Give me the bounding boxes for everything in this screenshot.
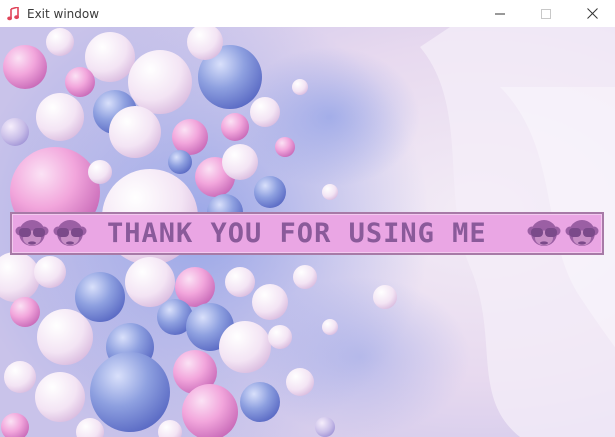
window-title: Exit window [27,6,100,21]
window-controls [477,0,615,27]
minimize-icon [495,13,505,14]
music-note-icon [7,6,19,20]
thank-you-message: THANK YOU FOR USING ME [107,218,487,249]
see-no-evil-monkey-icon [565,219,599,246]
see-no-evil-monkey-icon [15,219,49,246]
left-emoji-group [15,218,87,250]
maximize-button [523,0,569,27]
maximize-icon [541,8,551,19]
title-bar[interactable]: Exit window [0,0,615,27]
close-icon [586,8,598,19]
see-no-evil-monkey-icon [527,219,561,246]
thank-you-banner: THANK YOU FOR USING ME [10,212,604,255]
content-area: THANK YOU FOR USING ME [0,27,615,437]
close-button[interactable] [569,0,615,27]
exit-window: Exit window THANK YOU FOR USING ME [0,0,615,437]
right-emoji-group [527,218,599,250]
minimize-button[interactable] [477,0,523,27]
see-no-evil-monkey-icon [53,219,87,246]
